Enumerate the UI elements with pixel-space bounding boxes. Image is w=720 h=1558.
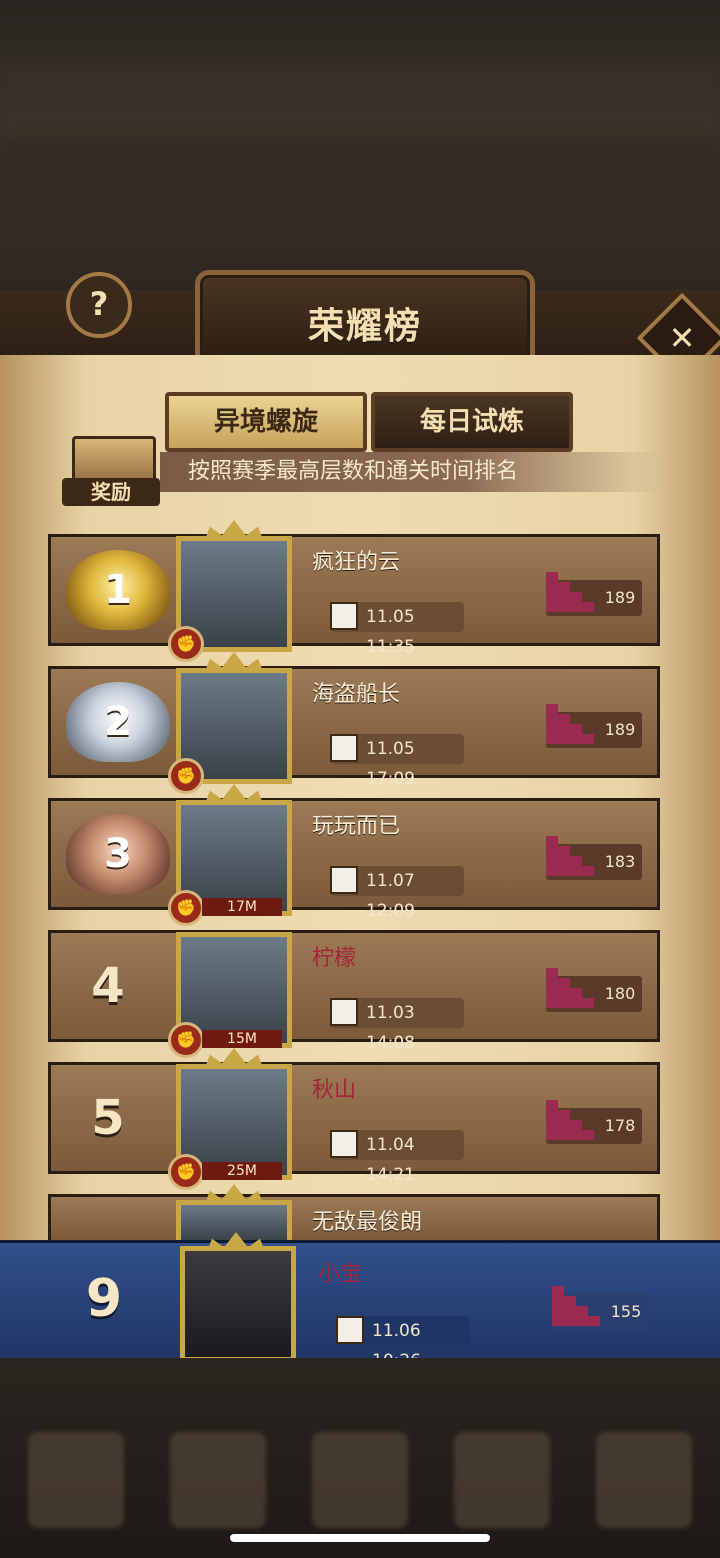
fist-icon: ✊: [168, 1154, 204, 1190]
rank-number: 4: [91, 958, 125, 1014]
my-avatar[interactable]: [180, 1246, 296, 1362]
fist-icon: ✊: [168, 1022, 204, 1058]
reward-label: 奖励: [62, 478, 160, 506]
player-name: 无敌最俊朗: [312, 1210, 423, 1235]
power-value: 25M: [202, 1162, 282, 1180]
calendar-icon: [330, 1130, 358, 1158]
avatar[interactable]: [176, 1200, 292, 1240]
player-name: 玩玩而已: [312, 814, 401, 839]
floor-value: 178: [604, 1116, 636, 1135]
my-floor-value: 155: [610, 1302, 642, 1321]
player-name: 秋山: [312, 1078, 357, 1103]
rank-number: 2: [104, 699, 132, 745]
nav-icon[interactable]: [596, 1432, 692, 1528]
nav-icon[interactable]: [170, 1432, 266, 1528]
player-name: 疯狂的云: [312, 550, 401, 575]
calendar-icon: [330, 734, 358, 762]
floor-value: 183: [604, 852, 636, 871]
help-button[interactable]: ?: [66, 272, 132, 338]
ranking-description: 按照赛季最高层数和通关时间排名: [160, 452, 660, 492]
fist-icon: ✊: [168, 758, 204, 794]
player-name: 柠檬: [312, 946, 357, 971]
floor-value: 189: [604, 588, 636, 607]
my-rank-number: 9: [85, 1269, 123, 1329]
tab-spiral[interactable]: 异境螺旋: [165, 392, 367, 452]
tab-daily-trial[interactable]: 每日试炼: [371, 392, 573, 452]
floor-value: 180: [604, 984, 636, 1003]
calendar-icon: [330, 998, 358, 1026]
background-status-bar: [0, 140, 720, 200]
floor-value: 189: [604, 720, 636, 739]
rank-number: 3: [104, 831, 132, 877]
calendar-icon: [330, 602, 358, 630]
calendar-icon: [330, 866, 358, 894]
nav-icon[interactable]: [454, 1432, 550, 1528]
rank-number: 1: [104, 567, 132, 613]
nav-icon[interactable]: [312, 1432, 408, 1528]
power-value: 17M: [202, 898, 282, 916]
home-indicator[interactable]: [230, 1534, 490, 1542]
rank-number: 5: [91, 1090, 125, 1146]
background-resource-bar: [0, 60, 720, 140]
player-name: 海盗船长: [312, 682, 401, 707]
page-title: 荣耀榜: [307, 306, 422, 347]
power-value: 15M: [202, 1030, 282, 1048]
fist-icon: ✊: [168, 626, 204, 662]
nav-icon[interactable]: [28, 1432, 124, 1528]
fist-icon: ✊: [168, 890, 204, 926]
reward-button[interactable]: 奖励: [62, 432, 160, 506]
calendar-icon: [336, 1316, 364, 1344]
my-player-name: 小宝: [318, 1262, 363, 1287]
question-icon: ?: [89, 285, 109, 323]
